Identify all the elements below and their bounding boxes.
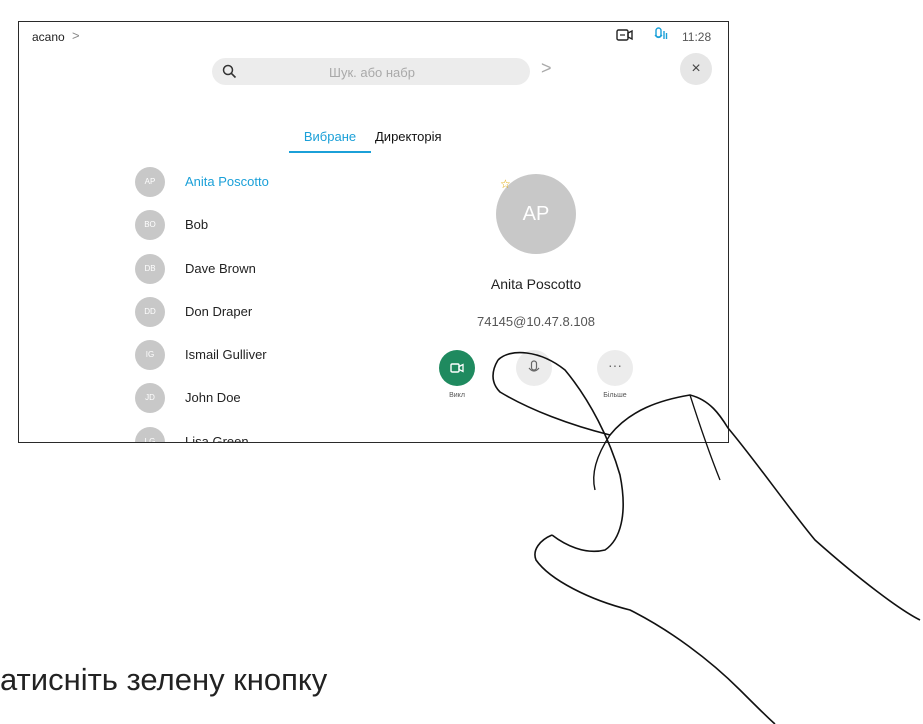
detail-name: Anita Poscotto [490, 276, 582, 292]
close-button[interactable]: × [680, 53, 712, 85]
contact-name: Ismail Gulliver [185, 347, 267, 362]
contact-name: Bob [185, 217, 209, 232]
avatar: JD [135, 383, 165, 413]
instruction-caption: атисніть зелену кнопку [0, 662, 328, 697]
contact-name: John Doe [185, 390, 241, 405]
chevron-right-icon[interactable]: > [541, 58, 552, 79]
avatar: DD [135, 297, 165, 327]
contact-name: Dave Brown [185, 261, 256, 276]
contact-name: Don Draper [185, 304, 253, 319]
camera-status-icon [616, 28, 634, 47]
search-icon [222, 64, 237, 84]
chevron-right-icon[interactable]: > [72, 28, 80, 43]
microphone-status-icon [654, 27, 668, 48]
contact-name: Anita Poscotto [185, 174, 269, 189]
avatar: LG [135, 427, 165, 442]
hand-gesture-icon [492, 351, 921, 724]
detail-address: 74145@10.47.8.108 [476, 314, 596, 329]
star-icon[interactable]: ☆ [500, 177, 511, 191]
contact-name: Lisa Green [185, 434, 249, 443]
avatar: IG [135, 340, 165, 370]
avatar: BO [135, 210, 165, 240]
device-title: acano [32, 30, 65, 44]
search-bar[interactable] [212, 58, 530, 85]
avatar: DB [135, 254, 165, 284]
search-input[interactable] [252, 62, 492, 82]
tab-favorites[interactable]: Вибране [289, 129, 371, 153]
avatar: AP [135, 167, 165, 197]
clock: 11:28 [682, 30, 712, 44]
tab-directory[interactable]: Директорія [375, 129, 442, 144]
